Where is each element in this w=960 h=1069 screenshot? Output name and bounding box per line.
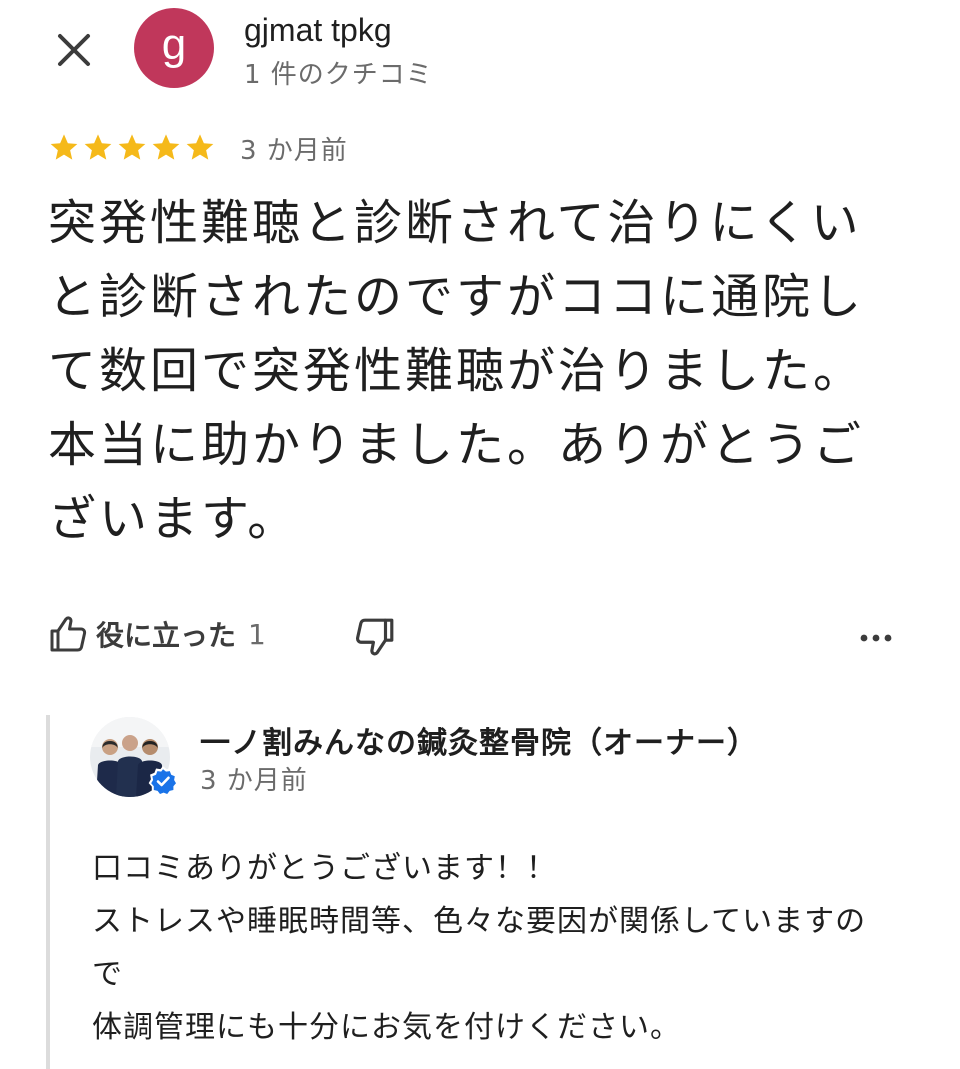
star-icon	[50, 134, 78, 160]
reply-divider	[46, 715, 50, 1069]
star-icon	[118, 134, 146, 160]
reply-line: 体調管理にも十分にお気を付けください。	[92, 1010, 681, 1045]
close-icon	[58, 34, 90, 66]
reply-line: ストレスや睡眠時間等、色々な要因が関係していますの	[92, 904, 867, 939]
thumbs-up-icon	[50, 616, 87, 652]
helpful-button[interactable]: 役に立った 1	[48, 614, 266, 654]
more-options-icon	[860, 634, 892, 642]
verified-badge-icon	[148, 766, 179, 796]
owner-reply-text: 口コミありがとうございます！！ ストレスや睡眠時間等、色々な要因が関係しています…	[92, 842, 912, 1054]
star-icon	[84, 134, 112, 160]
reply-line: 口コミありがとうございます！！	[92, 851, 557, 886]
reviewer-name[interactable]: gjmat tpkg	[244, 12, 392, 49]
thumbs-down-icon	[356, 618, 394, 656]
reviewer-avatar[interactable]: g	[134, 8, 214, 88]
review-text: 突発性難聴と診断されて治りにくいと診断されたのですがココに通院して数回で突発性難…	[48, 195, 865, 547]
helpful-label: 役に立った	[96, 619, 237, 652]
helpful-count: 1	[248, 617, 266, 651]
owner-name[interactable]: 一ノ割みんなの鍼灸整骨院（オーナー）	[200, 718, 758, 762]
review-actions: 役に立った 1	[48, 614, 908, 662]
star-icon	[152, 134, 180, 160]
star-icon	[186, 134, 214, 160]
star-rating	[48, 132, 216, 164]
reviewer-avatar-initial: g	[161, 20, 187, 69]
more-options-button[interactable]	[856, 618, 896, 658]
not-helpful-button[interactable]	[354, 616, 396, 658]
review-date: 3 か月前	[240, 136, 348, 166]
reviewer-review-count: 1 件のクチコミ	[244, 60, 433, 90]
verified-badge	[148, 766, 179, 796]
reply-line: で	[92, 957, 123, 992]
close-button[interactable]	[52, 28, 96, 72]
owner-reply-date: 3 か月前	[200, 766, 308, 796]
